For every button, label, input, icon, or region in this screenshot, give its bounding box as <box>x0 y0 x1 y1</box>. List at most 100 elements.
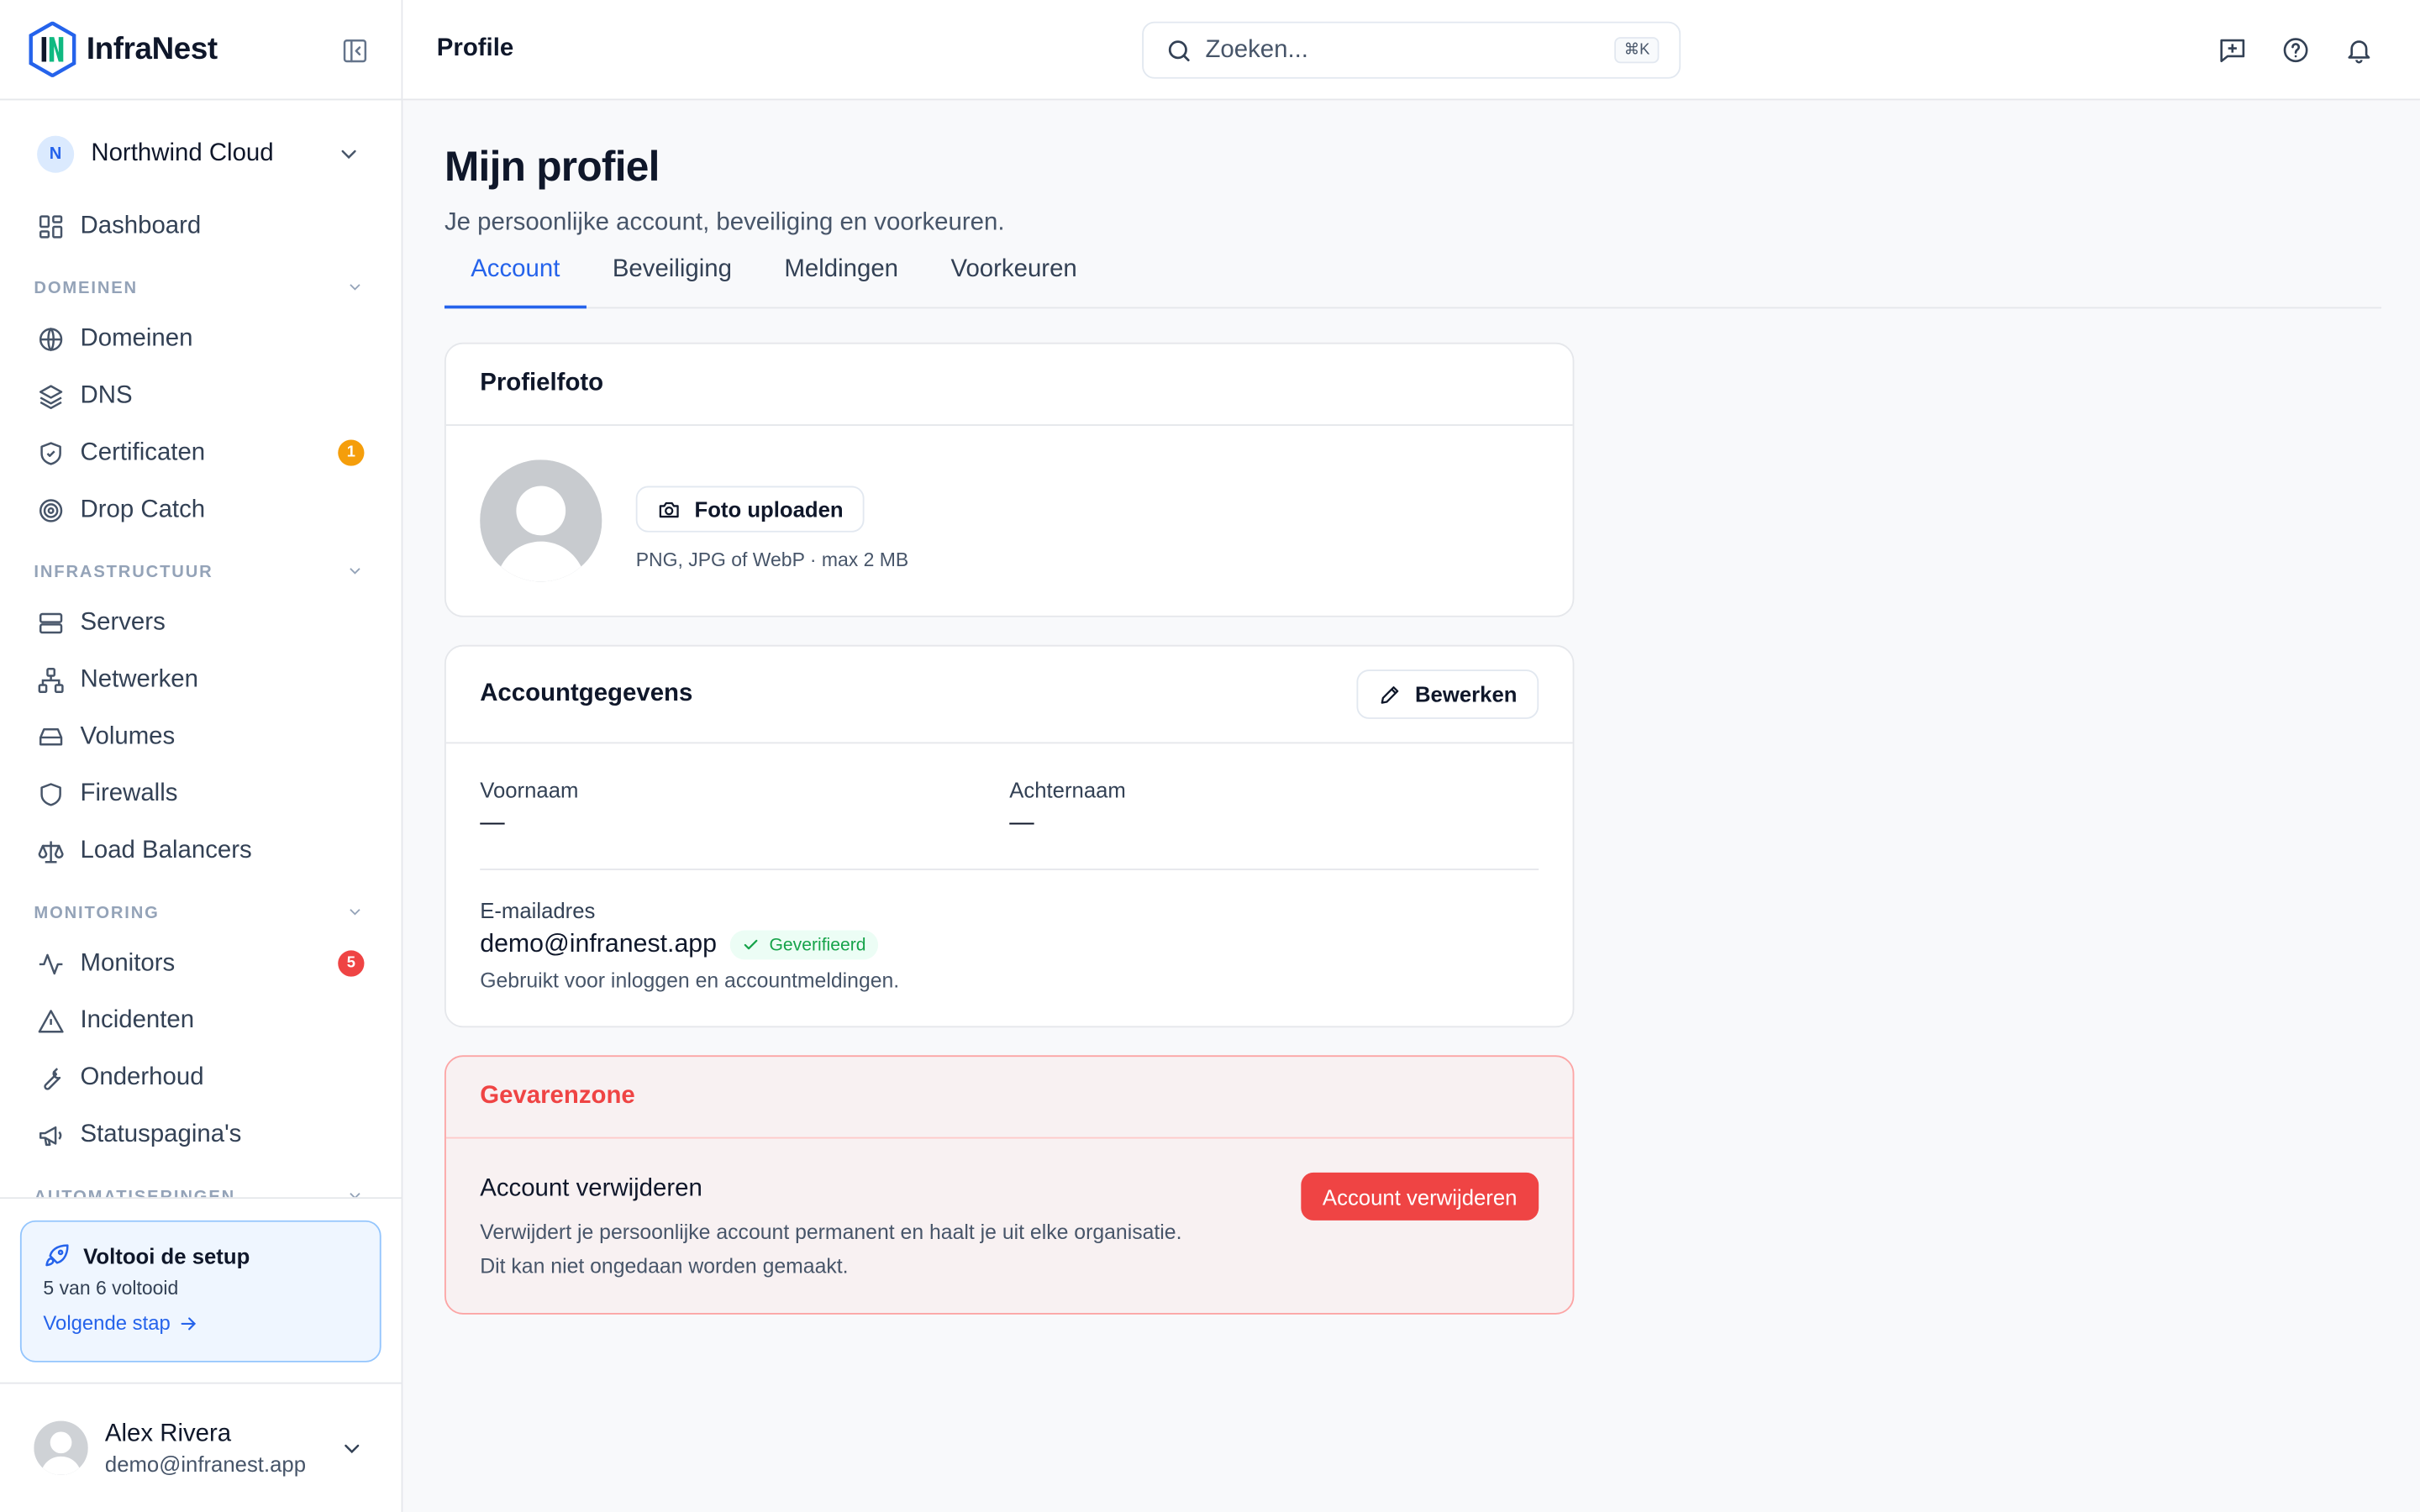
chevron-down-icon <box>345 1186 364 1198</box>
workspace-name: Northwind Cloud <box>91 140 274 167</box>
layers-icon <box>37 382 65 410</box>
feedback-icon[interactable] <box>2217 35 2247 65</box>
email-value: demo@infranest.app <box>480 930 718 958</box>
upload-label: Foto uploaden <box>694 496 844 522</box>
tab-beveiliging[interactable]: Beveiliging <box>587 253 759 308</box>
pencil-icon <box>1378 683 1402 706</box>
danger-body: Account verwijderen Verwijdert je persoo… <box>446 1138 1573 1313</box>
sidebar-item-dropcatch[interactable]: Drop Catch <box>0 481 402 538</box>
sidebar-item-loadbalancers[interactable]: Load Balancers <box>0 822 402 879</box>
page-subtitle: Je persoonlijke account, beveiliging en … <box>444 209 1005 237</box>
last-name-field: Achternaam — <box>1009 778 1539 838</box>
card-title: Profielfoto <box>445 344 1573 426</box>
section-automatiseringen[interactable]: AUTOMATISERINGEN <box>0 1163 402 1198</box>
sidebar-item-label: Monitors <box>80 949 176 976</box>
name-row: Voornaam — Achternaam — <box>480 778 1539 870</box>
photo-body: Foto uploaden PNG, JPG of WebP · max 2 M… <box>446 426 1573 616</box>
setup-next-step-link[interactable]: Volgende stap <box>43 1311 358 1335</box>
edit-label: Bewerken <box>1414 681 1518 707</box>
last-name-label: Achternaam <box>1009 777 1126 803</box>
sidebar-item-label: Load Balancers <box>80 837 252 864</box>
tab-meldingen[interactable]: Meldingen <box>758 253 924 308</box>
sidebar-item-onderhoud[interactable]: Onderhoud <box>0 1049 402 1106</box>
sidebar-divider <box>0 1197 402 1200</box>
sidebar-item-dashboard[interactable]: Dashboard <box>0 197 402 255</box>
delete-account-description: Verwijdert je persoonlijke account perma… <box>480 1215 1539 1284</box>
globe-icon <box>37 325 65 353</box>
page-title: Mijn profiel <box>444 143 660 190</box>
section-infrastructuur[interactable]: INFRASTRUCTUUR <box>0 538 402 594</box>
arrow-right-icon <box>178 1312 200 1334</box>
sidebar-item-statuspaginas[interactable]: Statuspagina's <box>0 1106 402 1163</box>
rocket-icon <box>43 1242 71 1270</box>
sidebar-item-monitors[interactable]: Monitors 5 <box>0 935 402 992</box>
sidebar-item-label: Drop Catch <box>80 496 206 522</box>
verified-label: Geverifieerd <box>769 935 866 954</box>
profile-photo-card: Profielfoto Foto uploaden PNG, JPG of We… <box>444 342 1575 617</box>
alert-triangle-icon <box>37 1006 65 1034</box>
user-menu[interactable]: Alex Rivera demo@infranest.app <box>0 1382 402 1512</box>
chevron-down-icon <box>345 902 364 921</box>
account-fields: Voornaam — Achternaam — E-mailadres demo… <box>446 743 1573 1026</box>
wrench-icon <box>37 1063 65 1091</box>
tab-voorkeuren[interactable]: Voorkeuren <box>924 253 1103 308</box>
help-icon[interactable] <box>2281 35 2311 65</box>
infranest-logo-icon <box>28 21 77 77</box>
activity-icon <box>37 949 65 977</box>
profile-content: Mijn profiel Je persoonlijke account, be… <box>444 100 2382 1315</box>
sidebar-item-firewalls[interactable]: Firewalls <box>0 765 402 822</box>
chevron-down-icon <box>336 142 360 166</box>
sidebar-item-domeinen[interactable]: Domeinen <box>0 310 402 367</box>
target-icon <box>37 496 65 523</box>
setup-link-text: Volgende stap <box>43 1311 171 1335</box>
topbar: Profile Zoeken... ⌘K <box>402 0 2420 101</box>
delete-desc-line-1: Verwijdert je persoonlijke account perma… <box>480 1220 1182 1244</box>
workspace-avatar: N <box>37 135 75 173</box>
scale-icon <box>37 837 65 864</box>
user-info: Alex Rivera demo@infranest.app <box>105 1420 306 1476</box>
section-domeinen[interactable]: DOMEINEN <box>0 255 402 310</box>
section-label: AUTOMATISERINGEN <box>34 1188 236 1198</box>
section-monitoring[interactable]: MONITORING <box>0 879 402 935</box>
setup-title: Voltooi de setup <box>43 1242 358 1270</box>
avatar <box>480 459 602 582</box>
sidebar-item-label: Certificaten <box>80 438 206 465</box>
topbar-title: Profile <box>436 35 514 62</box>
dashboard-icon <box>37 213 65 240</box>
search-icon <box>1165 36 1193 64</box>
avatar <box>34 1420 88 1475</box>
tab-account[interactable]: Account <box>444 253 587 309</box>
topbar-actions <box>2184 35 2374 65</box>
sidebar-item-servers[interactable]: Servers <box>0 594 402 651</box>
sidebar-item-label: Volumes <box>80 722 176 749</box>
first-name-value: — <box>480 810 505 837</box>
sidebar-item-certificaten[interactable]: Certificaten 1 <box>0 424 402 481</box>
setup-card[interactable]: Voltooi de setup 5 van 6 voltooid Volgen… <box>19 1220 381 1362</box>
delete-desc-line-2: Dit kan niet ongedaan worden gemaakt. <box>480 1254 849 1278</box>
network-icon <box>37 666 65 694</box>
section-label: MONITORING <box>34 904 160 923</box>
sidebar-item-netwerken[interactable]: Netwerken <box>0 651 402 708</box>
sidebar-item-label: DNS <box>80 381 133 408</box>
sidebar-item-volumes[interactable]: Volumes <box>0 708 402 765</box>
edit-button[interactable]: Bewerken <box>1356 669 1539 719</box>
monitors-count-badge: 5 <box>338 950 365 977</box>
sidebar-item-label: Incidenten <box>80 1006 195 1033</box>
bell-icon[interactable] <box>2344 35 2374 65</box>
main: Profile Zoeken... ⌘K Mijn profiel Je per… <box>402 0 2420 1512</box>
sidebar-collapse-icon[interactable] <box>341 37 369 65</box>
delete-account-button[interactable]: Account verwijderen <box>1301 1172 1539 1221</box>
megaphone-icon <box>37 1121 65 1148</box>
workspace-switcher[interactable]: N Northwind Cloud <box>18 129 382 179</box>
last-name-value: — <box>1009 810 1034 837</box>
sidebar-item-dns[interactable]: DNS <box>0 367 402 424</box>
check-icon <box>743 937 760 953</box>
brand-name: InfraNest <box>86 31 218 66</box>
email-field: E-mailadres demo@infranest.app Geverifie… <box>480 870 1539 1026</box>
sidebar-item-label: Netwerken <box>80 665 198 692</box>
chevron-down-icon <box>345 278 364 297</box>
search-input[interactable]: Zoeken... ⌘K <box>1142 21 1681 79</box>
upload-photo-button[interactable]: Foto uploaden <box>635 486 865 533</box>
sidebar-item-incidenten[interactable]: Incidenten <box>0 992 402 1049</box>
profile-tabs: Account Beveiliging Meldingen Voorkeuren <box>444 253 2382 309</box>
